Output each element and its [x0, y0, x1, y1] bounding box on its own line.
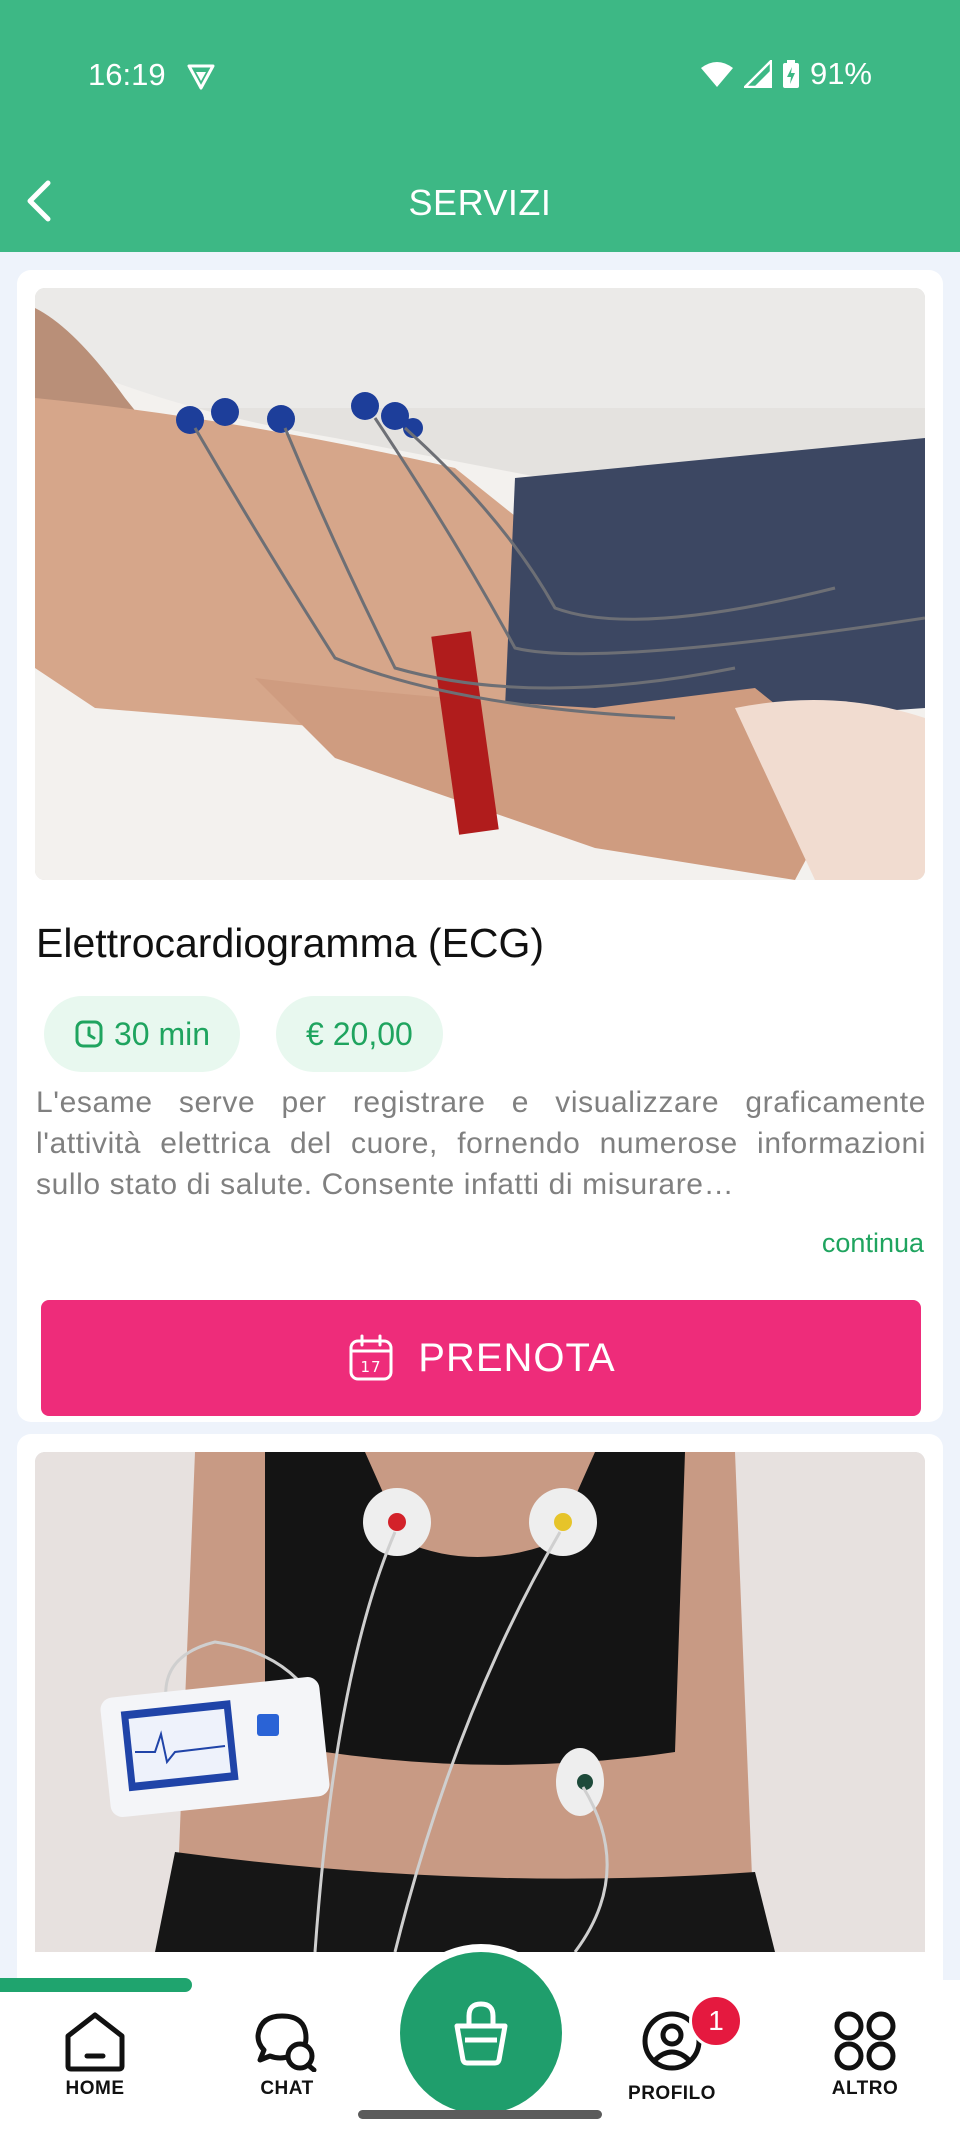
grid-icon	[834, 2011, 896, 2071]
ecg-exam-photo	[35, 288, 925, 880]
services-list[interactable]: Elettrocardiogramma (ECG) 30 min € 20,00…	[0, 252, 960, 1980]
vpn-shield-icon	[187, 64, 215, 90]
nav-profile[interactable]: 1 PROFILO	[607, 1994, 743, 2105]
nav-more[interactable]: ALTRO	[800, 2010, 930, 2100]
shopping-bag-icon	[454, 2001, 508, 2066]
profile-icon-wrap: 1	[639, 1994, 743, 2077]
tab-indicator	[0, 1978, 192, 1992]
duration-value: 30 min	[114, 1015, 211, 1052]
nav-profile-label: PROFILO	[628, 2083, 716, 2104]
home-indicator[interactable]	[358, 2110, 602, 2119]
status-icons: 91%	[700, 56, 872, 92]
battery-charging-icon	[782, 60, 799, 88]
nav-more-label: ALTRO	[831, 2078, 899, 2099]
nav-chat[interactable]: CHAT	[222, 2010, 352, 2100]
holter-ecg-photo	[35, 1452, 925, 1952]
nav-chat-label: CHAT	[260, 2078, 314, 2099]
continue-link[interactable]: continua	[822, 1228, 924, 1259]
page-title: SERVIZI	[408, 182, 552, 223]
shop-button[interactable]	[400, 1952, 562, 2114]
service-card: Elettrocardiogramma (ECG) 30 min € 20,00…	[17, 270, 943, 1422]
service-name: Elettrocardiogramma (ECG)	[36, 920, 545, 966]
home-icon	[65, 2012, 125, 2072]
signal-icon	[743, 60, 772, 88]
clock-icon	[75, 1020, 103, 1048]
price-chip: € 20,00	[276, 996, 443, 1072]
chat-icon	[255, 2013, 317, 2072]
book-button-label: PRENOTA	[418, 1335, 616, 1380]
battery-level: 91%	[809, 56, 872, 91]
app-bar: 16:19 91% SERVIZI	[0, 0, 960, 252]
book-button[interactable]: 17 PRENOTA	[41, 1300, 921, 1416]
price-value: € 20,00	[306, 1015, 413, 1052]
status-time: 16:19	[88, 57, 166, 92]
wifi-icon	[700, 62, 733, 87]
service-card	[17, 1434, 943, 1980]
nav-home-label: HOME	[65, 2078, 125, 2099]
nav-home[interactable]: HOME	[30, 2010, 160, 2100]
duration-chip: 30 min	[44, 996, 241, 1072]
service-description: L'esame serve per registrare e visualizz…	[36, 1086, 926, 1201]
notification-badge: 1	[689, 1994, 743, 2048]
svg-text:17: 17	[361, 1358, 382, 1376]
calendar-icon: 17	[349, 1334, 393, 1381]
service-info-chips: 30 min € 20,00	[44, 996, 443, 1072]
